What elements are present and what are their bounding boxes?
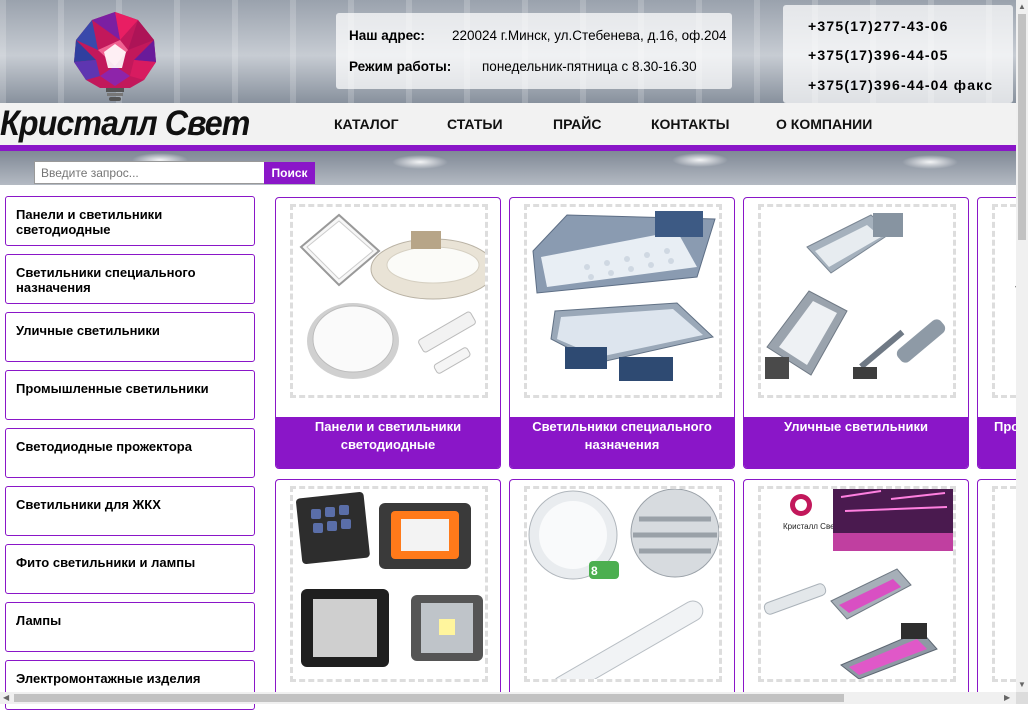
nav-accent-line: [0, 145, 1016, 151]
scroll-left-icon[interactable]: ◀: [3, 693, 9, 702]
hours-label: Режим работы:: [349, 59, 452, 74]
address-panel: Наш адрес: 220024 г.Минск, ул.Стебенева,…: [336, 13, 732, 89]
sidebar-item-lamps[interactable]: Лампы: [5, 602, 255, 652]
phone-fax[interactable]: +375(17)396-44-04 факс: [808, 77, 993, 93]
search-input[interactable]: [34, 161, 266, 184]
search-button[interactable]: Поиск: [264, 162, 315, 184]
product-photo: [524, 204, 722, 398]
nav-contacts[interactable]: КОНТАКТЫ: [651, 116, 729, 132]
horizontal-scrollbar[interactable]: ◀ ▶: [0, 692, 1016, 704]
category-card-special[interactable]: Светильники специального назначения: [509, 197, 735, 469]
sidebar-item-housing[interactable]: Светильники для ЖКХ: [5, 486, 255, 536]
product-photo: [290, 486, 488, 682]
product-photo: [758, 204, 956, 398]
product-photo: Кристалл Свет: [758, 486, 956, 682]
nav-catalog[interactable]: КАТАЛОГ: [334, 116, 399, 132]
phyto-brand-text: Кристалл Свет: [783, 522, 838, 531]
scroll-down-icon[interactable]: ▼: [1018, 680, 1026, 689]
scroll-right-icon[interactable]: ▶: [1004, 693, 1010, 702]
card-caption: Светильники специального назначения: [510, 417, 734, 468]
product-photo: 8: [524, 486, 722, 682]
sidebar-item-phyto[interactable]: Фито светильники и лампы: [5, 544, 255, 594]
nav-price[interactable]: ПРАЙС: [553, 116, 601, 132]
card-caption: Уличные светильники: [744, 417, 968, 468]
product-photo: [290, 204, 488, 398]
sidebar-item-led-panels[interactable]: Панели и светильники светодиодные: [5, 196, 255, 246]
scrollbar-corner: [1016, 692, 1028, 704]
svg-text:8: 8: [591, 564, 598, 578]
category-card-street[interactable]: Уличные светильники: [743, 197, 969, 469]
sidebar-item-floodlights[interactable]: Светодиодные прожектора: [5, 428, 255, 478]
category-card-floodlights[interactable]: [275, 479, 501, 699]
sidebar-item-street[interactable]: Уличные светильники: [5, 312, 255, 362]
vertical-scroll-thumb[interactable]: [1018, 14, 1026, 240]
sidebar-item-industrial[interactable]: Промышленные светильники: [5, 370, 255, 420]
address-value: 220024 г.Минск, ул.Стебенева, д.16, оф.2…: [452, 28, 727, 43]
scroll-up-icon[interactable]: ▲: [1018, 2, 1026, 11]
horizontal-scroll-thumb[interactable]: [14, 694, 844, 702]
card-caption: Панели и светильники светодиодные: [276, 417, 500, 468]
category-card-phyto[interactable]: Кристалл Свет: [743, 479, 969, 699]
phone-2[interactable]: +375(17)396-44-05: [808, 47, 949, 63]
sidebar-item-special[interactable]: Светильники специального назначения: [5, 254, 255, 304]
nav-articles[interactable]: СТАТЬИ: [447, 116, 503, 132]
category-card-led-panels[interactable]: Панели и светильники светодиодные: [275, 197, 501, 469]
brand-logo-text[interactable]: Кристалл Свет: [0, 103, 250, 145]
nav-about[interactable]: О КОМПАНИИ: [776, 116, 872, 132]
hours-value: понедельник-пятница с 8.30-16.30: [482, 59, 697, 74]
phone-1[interactable]: +375(17)277-43-06: [808, 18, 949, 34]
vertical-scrollbar[interactable]: ▲ ▼: [1016, 0, 1028, 692]
logo-bulb-icon[interactable]: [68, 10, 162, 104]
address-label: Наш адрес:: [349, 28, 425, 43]
category-card-housing[interactable]: 8: [509, 479, 735, 699]
phones-panel: +375(17)277-43-06 +375(17)396-44-05 +375…: [783, 5, 1013, 103]
